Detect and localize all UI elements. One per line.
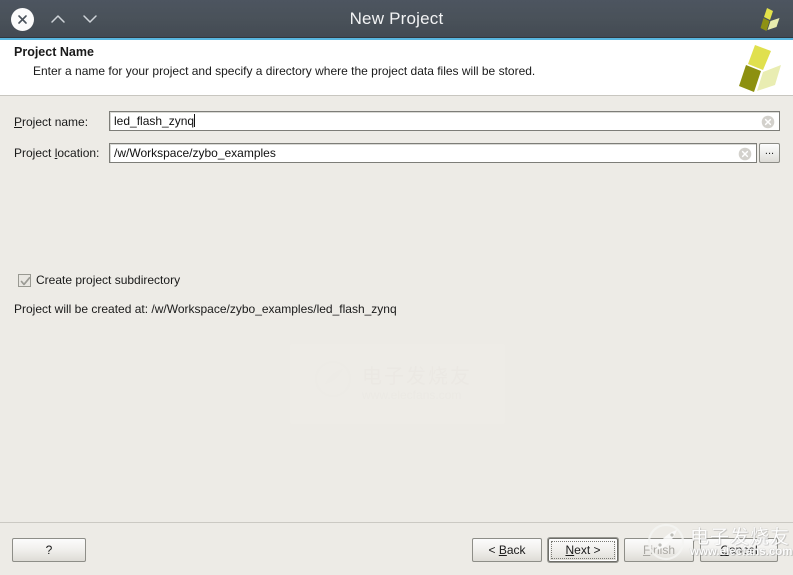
elecfans-watermark-icon (312, 358, 354, 400)
next-button[interactable]: Next > (548, 538, 618, 562)
background-watermark: 电子发烧友 www.elecfans.com (290, 344, 505, 424)
project-name-label: Project name: (14, 115, 88, 129)
title-bar: New Project (0, 0, 793, 38)
project-location-label-pre: Project (14, 146, 55, 160)
cancel-button-label: Cancel (720, 543, 758, 557)
clear-circle-icon[interactable] (738, 147, 752, 161)
project-name-label-mnemonic: P (14, 115, 23, 129)
back-button-label: < Back (488, 543, 526, 557)
watermark-text-url: www.elecfans.com (362, 388, 462, 402)
vivado-pinwheel-logo-large-icon (725, 44, 781, 94)
project-name-input[interactable]: led_flash_zynq (109, 111, 780, 131)
next-button-label: Next > (565, 543, 601, 557)
create-subdirectory-checkbox[interactable] (18, 274, 31, 287)
chevron-down-icon[interactable] (79, 8, 101, 30)
chevron-up-icon[interactable] (47, 8, 69, 30)
browse-location-button[interactable]: ... (759, 143, 780, 163)
page-subtitle: Enter a name for your project and specif… (33, 64, 536, 78)
close-icon[interactable] (11, 8, 34, 31)
back-button[interactable]: < Back (472, 538, 542, 562)
project-location-input[interactable]: /w/Workspace/zybo_examples (109, 143, 757, 163)
window-title: New Project (349, 9, 444, 28)
watermark-text-cn: 电子发烧友 (362, 366, 472, 388)
created-at-text: Project will be created at: /w/Workspace… (14, 302, 397, 316)
help-button[interactable]: ? (12, 538, 86, 562)
project-name-label-rest: roject name: (22, 115, 89, 129)
finish-button: Finish (624, 538, 694, 562)
create-subdirectory-label: Create project subdirectory (36, 273, 181, 287)
project-name-value: led_flash_zynq (114, 114, 196, 128)
clear-circle-icon[interactable] (761, 115, 775, 129)
help-button-label: ? (45, 543, 53, 557)
page-title: Project Name (14, 45, 94, 59)
dialog-body: 电子发烧友 www.elecfans.com Project name: led… (0, 96, 793, 522)
vivado-pinwheel-logo-icon (755, 7, 781, 33)
project-location-value: /w/Workspace/zybo_examples (114, 146, 276, 160)
project-location-label-rest: ocation: (57, 146, 100, 160)
project-location-label: Project location: (14, 146, 99, 160)
new-project-dialog-window: New Project Project Name Enter a name fo… (0, 0, 793, 575)
checkmark-icon (20, 276, 31, 286)
cancel-button[interactable]: Cancel (700, 538, 778, 562)
text-caret (194, 114, 196, 127)
wizard-header-panel: Project Name Enter a name for your proje… (0, 38, 793, 96)
finish-button-label: Finish (642, 543, 676, 557)
